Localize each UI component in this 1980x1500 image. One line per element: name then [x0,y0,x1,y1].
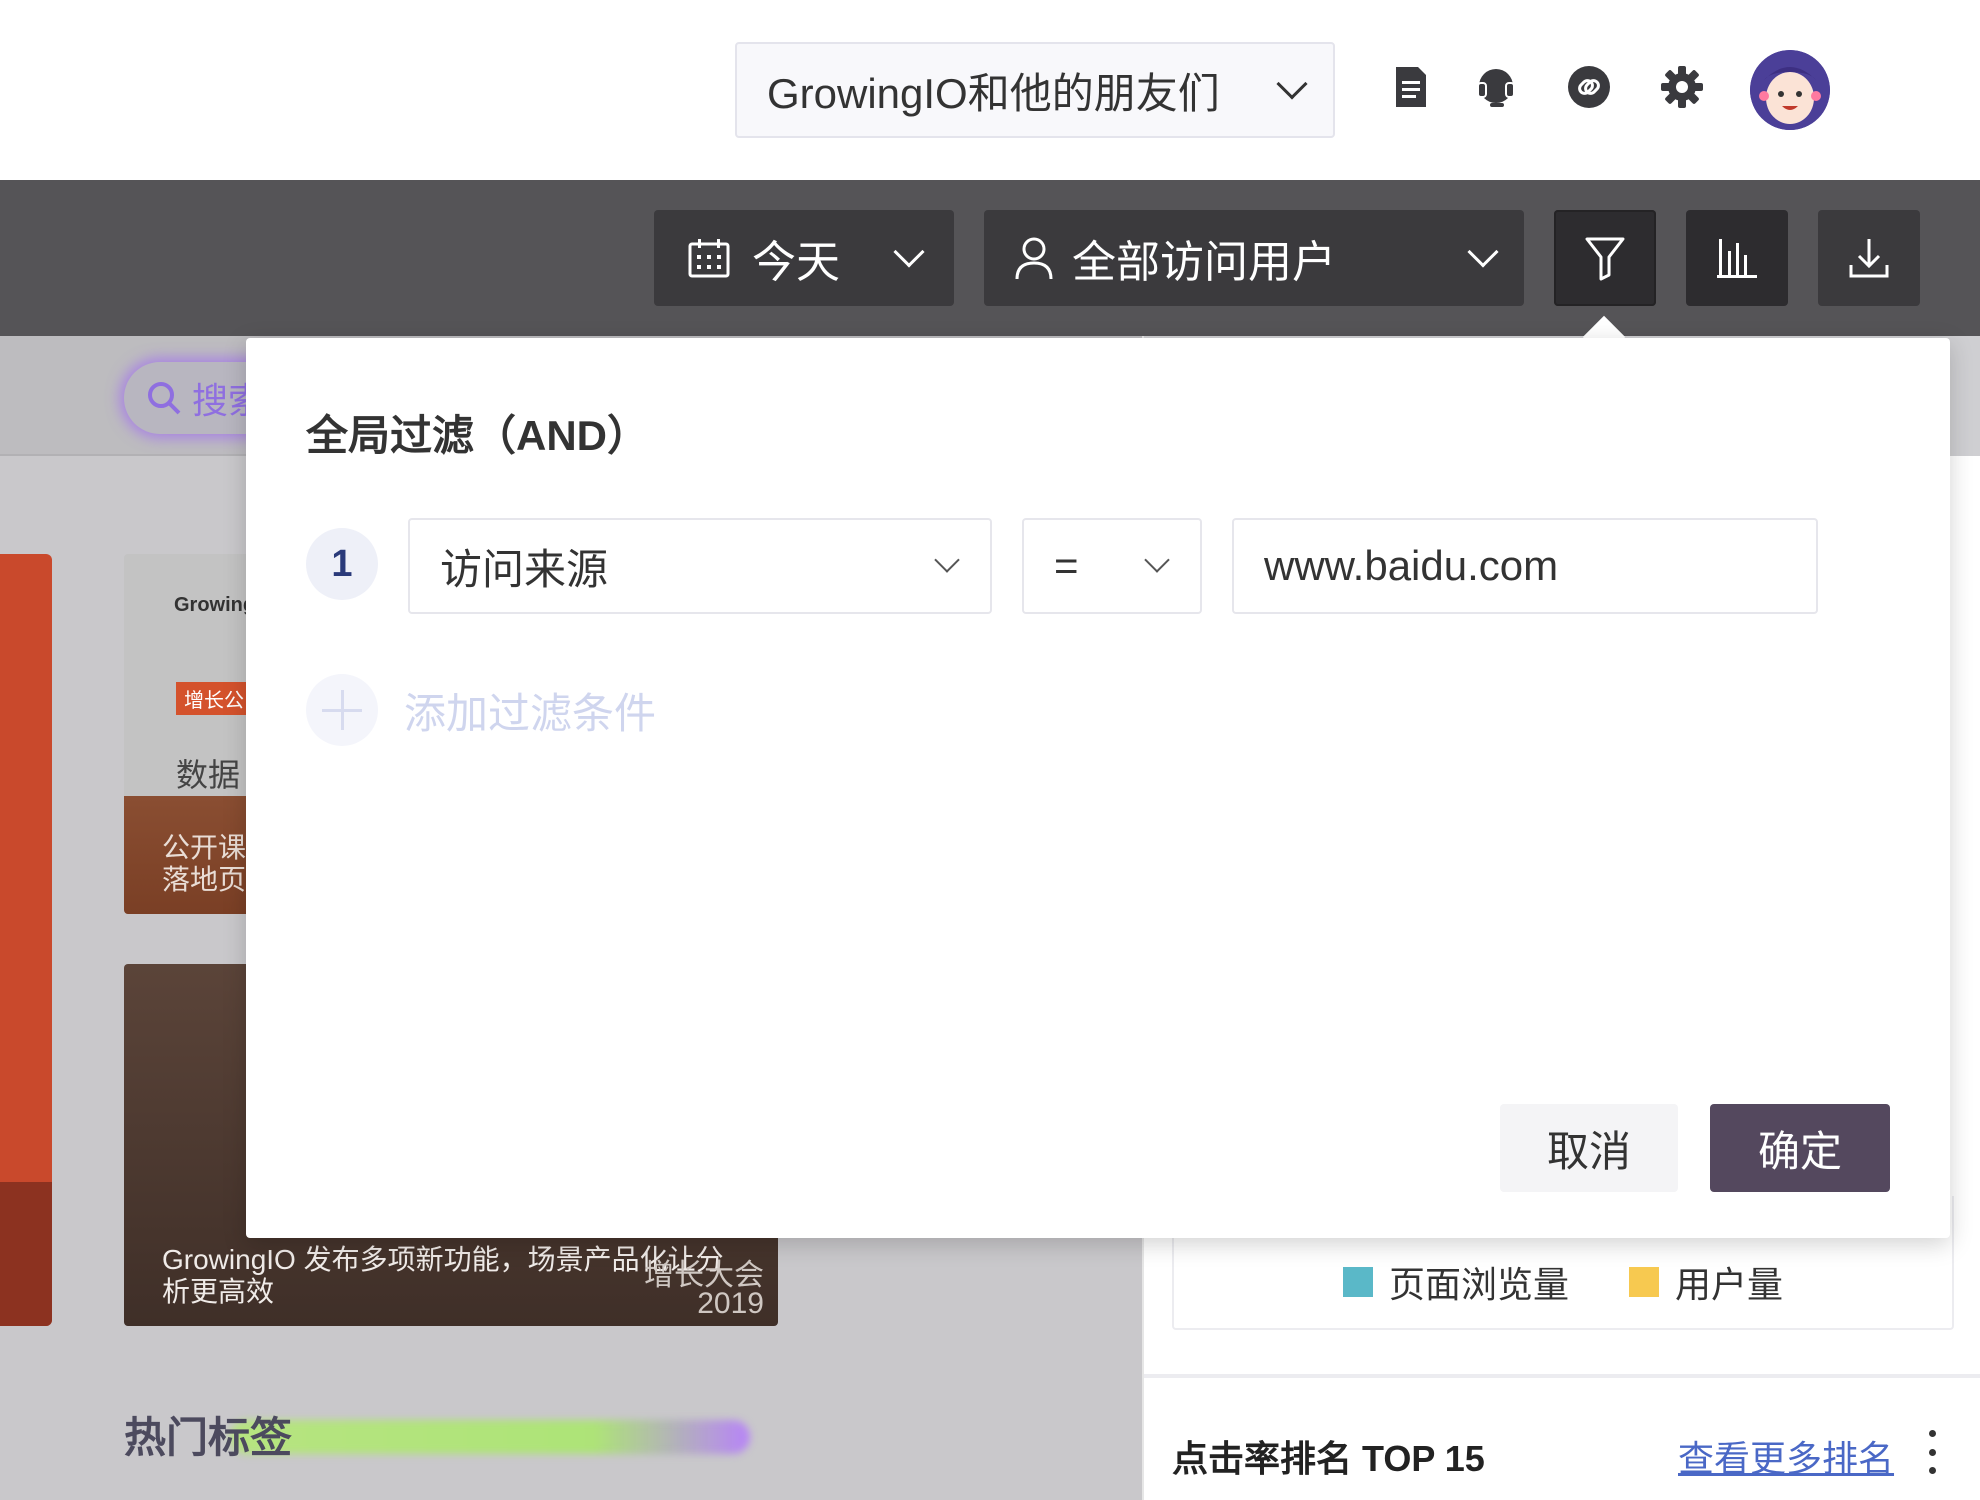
conference-title: 增长大会 [644,1259,764,1292]
dimension-select-value: 访问来源 [440,545,609,593]
user-icon [1014,236,1054,280]
date-range-selector[interactable]: 今天 [654,210,954,306]
add-condition-button[interactable]: 添加过滤条件 [306,674,656,746]
toolbar: 今天 全部访问用户 [0,180,1980,336]
ranking-title: 点击率排名 TOP 15 [1172,1438,1485,1479]
chevron-down-icon [893,236,925,268]
user-segment-label: 全部访问用户 [1072,238,1336,287]
filter-icon [1585,237,1625,281]
conference-year: 2019 [697,1287,764,1320]
operator-select-value: = [1054,542,1079,589]
chevron-down-icon [934,547,960,573]
legend-label: 用户量 [1675,1264,1784,1305]
card-tag: 增长公 [176,682,252,715]
hot-tags-heading: 热门标签 [124,1414,293,1461]
operator-select[interactable]: = [1022,518,1202,614]
project-selector-label: GrowingIO和他的朋友们 [767,69,1220,117]
document-icon[interactable] [1388,64,1434,110]
banner-strip [0,554,52,1326]
top-header: GrowingIO和他的朋友们 [0,0,1980,180]
divider [1144,1374,1980,1378]
link-icon[interactable] [1566,64,1612,110]
calendar-icon [688,238,730,278]
banner-strip-footer [0,1182,52,1326]
date-range-label: 今天 [752,238,840,287]
hot-tags-highlight [230,1420,750,1454]
add-condition-label: 添加过滤条件 [404,689,657,737]
legend-swatch [1629,1267,1659,1297]
popup-title: 全局过滤（AND） [306,412,649,459]
gear-icon[interactable] [1659,64,1705,110]
cancel-button[interactable]: 取消 [1500,1104,1678,1192]
dimension-select[interactable]: 访问来源 [408,518,992,614]
card-title: 数据 [176,757,241,793]
filter-value-field[interactable] [1232,518,1818,614]
global-filter-popup: 全局过滤（AND） 1 访问来源 = 添加过滤条件 取消 确定 [246,338,1950,1238]
legend-label: 页面浏览量 [1388,1264,1569,1305]
filter-button[interactable] [1554,210,1656,306]
chart-type-button[interactable] [1686,210,1788,306]
plus-icon [306,674,378,746]
project-selector[interactable]: GrowingIO和他的朋友们 [735,42,1335,138]
avatar[interactable] [1750,50,1830,130]
download-button[interactable] [1818,210,1920,306]
condition-index: 1 [306,528,378,600]
chevron-down-icon [1467,236,1499,268]
filter-value-input[interactable] [1264,542,1786,590]
more-options-icon[interactable] [1922,1430,1942,1474]
headset-icon[interactable] [1473,64,1519,110]
chevron-down-icon [1144,547,1170,573]
download-icon [1849,239,1889,278]
legend-item[interactable]: 用户量 [1629,1256,1783,1308]
user-segment-selector[interactable]: 全部访问用户 [984,210,1524,306]
bar-chart-icon [1717,239,1757,278]
conference-badge: 增长大会 2019 [644,1259,764,1320]
card-brand: Growing [174,594,256,616]
confirm-button[interactable]: 确定 [1710,1104,1890,1192]
legend-swatch [1342,1267,1373,1297]
view-more-ranking-link[interactable]: 查看更多排名 [1678,1430,1894,1482]
legend-item[interactable]: 页面浏览量 [1342,1256,1569,1308]
chevron-down-icon [1276,68,1308,100]
search-icon [146,380,182,416]
